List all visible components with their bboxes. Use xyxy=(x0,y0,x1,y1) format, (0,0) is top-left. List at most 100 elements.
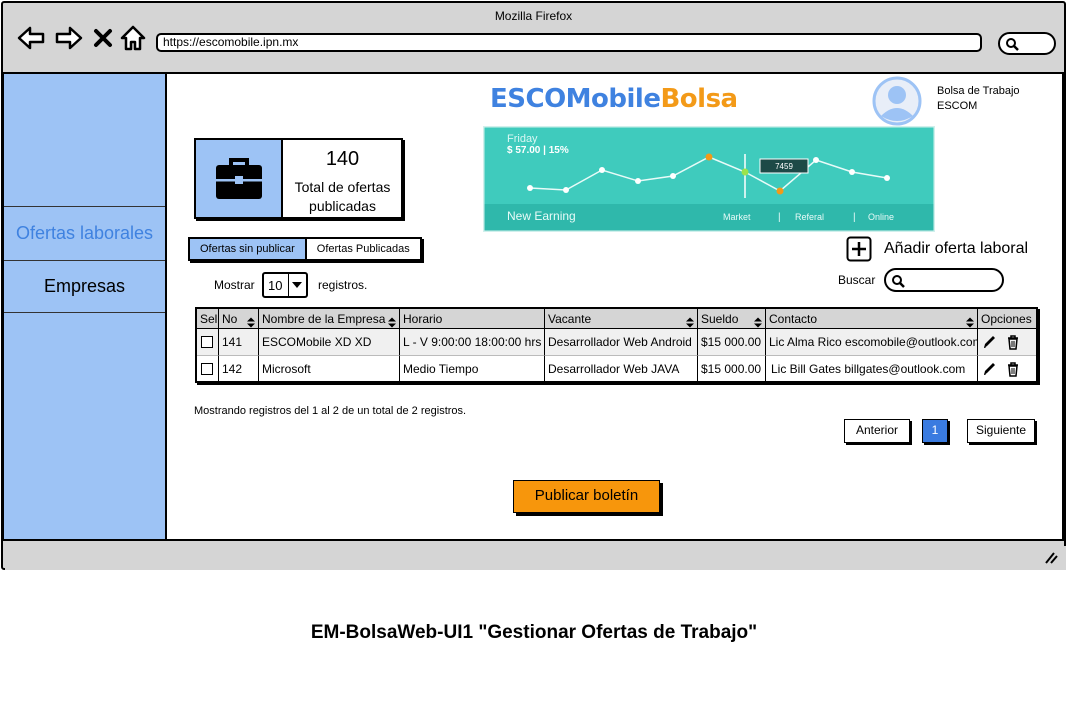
brand-logo: ESCOMobileBolsa xyxy=(490,84,738,114)
col-opciones: Opciones xyxy=(978,309,1036,329)
page-size-value: 10 xyxy=(268,278,283,293)
sort-icon xyxy=(387,314,397,328)
chart-amount: $ 57.00 | 15% xyxy=(507,145,569,156)
svg-text:|: | xyxy=(778,212,781,223)
offers-stat-card: 140 Total de ofertas publicadas xyxy=(194,138,403,219)
col-sel: Sel xyxy=(197,309,219,329)
chart-tooltip: 7459 xyxy=(775,162,793,171)
cell-horario: L - V 9:00:00 18:00:00 hrs xyxy=(400,329,545,355)
table-row xyxy=(197,329,219,355)
sidebar-item-ofertas[interactable]: Ofertas laborales xyxy=(4,206,165,259)
stat-label: Total de ofertas publicadas xyxy=(294,179,391,214)
cell-vacante: Desarrollador Web Android xyxy=(545,329,698,355)
chart-point xyxy=(884,175,890,181)
sidebar: Ofertas laborales Empresas xyxy=(2,72,167,541)
close-icon[interactable] xyxy=(91,25,115,51)
col-sueldo[interactable]: Sueldo xyxy=(698,309,766,329)
chevron-down-icon xyxy=(288,274,306,296)
add-offer-button[interactable]: Añadir oferta laboral xyxy=(846,236,1028,262)
brand-part-2: Bolsa xyxy=(660,84,738,114)
chart-point xyxy=(849,169,855,175)
chart-point xyxy=(599,167,605,173)
user-info: Bolsa de Trabajo ESCOM xyxy=(937,84,1020,114)
sort-icon xyxy=(753,314,763,328)
add-offer-label: Añadir oferta laboral xyxy=(884,240,1029,257)
stat-value: 140 xyxy=(325,148,360,170)
chart-point xyxy=(670,173,676,179)
prev-page-button[interactable]: Anterior xyxy=(844,419,910,443)
cell-opciones xyxy=(978,329,1036,355)
chart-link-market: Market xyxy=(723,212,751,222)
chart-point xyxy=(705,153,713,161)
plus-icon xyxy=(846,236,872,262)
cell-sueldo: $15 000.00 xyxy=(698,355,766,381)
cell-contacto: Lic Bill Gates billgates@outlook.com xyxy=(766,355,978,381)
cell-sueldo: $15 000.00 xyxy=(698,329,766,355)
cell-vacante: Desarrollador Web JAVA xyxy=(545,355,698,381)
trash-icon[interactable] xyxy=(1006,334,1020,350)
tab-ofertas-sin-publicar[interactable]: Ofertas sin publicar xyxy=(190,239,307,259)
page-1-button[interactable]: 1 xyxy=(922,419,948,443)
row-checkbox[interactable] xyxy=(201,363,213,375)
chart-footer-label: New Earning xyxy=(507,209,576,223)
back-icon[interactable] xyxy=(17,25,45,51)
chart-point xyxy=(776,187,784,195)
chart-point xyxy=(813,157,819,163)
offer-tabs: Ofertas sin publicar Ofertas Publicadas xyxy=(188,237,422,261)
chart-link-referal: Referal xyxy=(795,212,824,222)
col-no[interactable]: No xyxy=(219,309,259,329)
cell-no: 142 xyxy=(219,355,259,381)
table-summary: Mostrando registros del 1 al 2 de un tot… xyxy=(194,405,467,417)
col-empresa-label: Nombre de la Empresa xyxy=(262,312,386,326)
col-vacante-label: Vacante xyxy=(548,312,592,326)
cell-opciones xyxy=(978,355,1036,381)
briefcase-icon xyxy=(215,157,262,199)
avatar-icon[interactable] xyxy=(872,76,922,126)
resize-grip-icon[interactable] xyxy=(1044,552,1058,564)
col-contacto[interactable]: Contacto xyxy=(766,309,978,329)
chart-point xyxy=(527,185,533,191)
status-bar xyxy=(5,546,1066,570)
trash-icon[interactable] xyxy=(1006,361,1020,377)
home-icon[interactable] xyxy=(119,25,147,51)
window-title: Mozilla Firefox xyxy=(494,9,573,23)
next-page-button[interactable]: Siguiente xyxy=(967,419,1035,443)
search-input[interactable] xyxy=(884,268,1004,292)
sidebar-item-empresas[interactable]: Empresas xyxy=(4,260,165,313)
svg-text:|: | xyxy=(853,212,856,223)
url-bar[interactable]: https://escomobile.ipn.mx xyxy=(156,33,982,52)
chart-point xyxy=(741,168,749,176)
col-contacto-label: Contacto xyxy=(769,312,818,326)
search-label: Buscar xyxy=(838,273,876,287)
browser-search[interactable] xyxy=(998,32,1056,55)
publish-newsletter-button[interactable]: Publicar boletín xyxy=(513,480,660,513)
col-no-label: No xyxy=(222,312,238,326)
sort-icon xyxy=(246,314,256,328)
search-icon xyxy=(892,275,905,288)
offers-table: Sel No Nombre de la Empresa Horario Vaca… xyxy=(195,307,1038,383)
chart-point xyxy=(635,178,641,184)
chart-link-online: Online xyxy=(868,212,894,222)
tab-ofertas-publicadas[interactable]: Ofertas Publicadas xyxy=(306,239,420,259)
edit-icon[interactable] xyxy=(982,334,996,350)
records-label: registros. xyxy=(318,278,368,292)
table-row xyxy=(197,355,219,381)
stat-icon-box xyxy=(196,140,283,217)
search-icon xyxy=(1006,38,1019,51)
show-label: Mostrar xyxy=(214,278,255,292)
forward-icon[interactable] xyxy=(55,25,83,51)
col-empresa[interactable]: Nombre de la Empresa xyxy=(259,309,400,329)
row-checkbox[interactable] xyxy=(201,336,213,348)
col-horario[interactable]: Horario xyxy=(400,309,545,329)
user-line-1: Bolsa de Trabajo xyxy=(937,85,1020,97)
page-caption: EM-BolsaWeb-UI1 "Gestionar Ofertas de Tr… xyxy=(310,622,758,643)
sort-icon xyxy=(685,314,695,328)
col-vacante[interactable]: Vacante xyxy=(545,309,698,329)
brand-part-1: ESCOMobile xyxy=(490,84,661,114)
cell-empresa: ESCOMobile XD XD xyxy=(259,329,400,355)
page-size-select[interactable]: 10 xyxy=(262,272,308,298)
edit-icon[interactable] xyxy=(982,361,996,377)
chart-point xyxy=(563,187,569,193)
user-line-2: ESCOM xyxy=(937,100,978,112)
cell-no: 141 xyxy=(219,329,259,355)
